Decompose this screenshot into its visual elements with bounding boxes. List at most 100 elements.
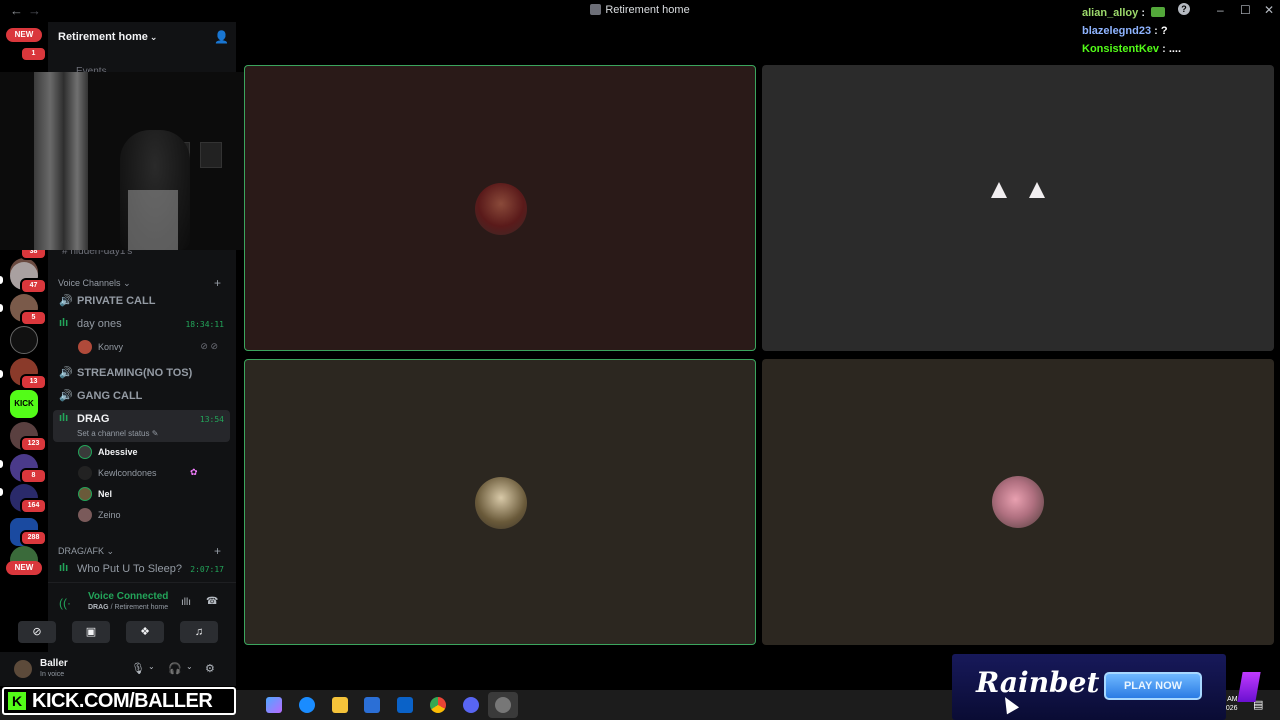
add-channel-icon[interactable]: + bbox=[214, 544, 221, 558]
kick-url: KICK.COM/BALLER bbox=[32, 690, 213, 712]
channel-timer: 18:34:11 bbox=[185, 320, 224, 329]
file-explorer-icon[interactable] bbox=[332, 697, 348, 713]
edge-icon[interactable] bbox=[299, 697, 315, 713]
signal-icon[interactable]: ((· bbox=[59, 596, 71, 610]
unread-badge: 164 bbox=[20, 498, 47, 514]
server-icon[interactable] bbox=[10, 326, 38, 354]
voice-active-icon: ılı bbox=[59, 412, 69, 424]
add-member-icon[interactable]: 👤 bbox=[214, 30, 229, 44]
disconnect-icon[interactable]: ☎ bbox=[206, 596, 218, 607]
chat-separator: : bbox=[1151, 25, 1161, 37]
voice-channel-day-ones[interactable]: ılı day ones 18:34:11 bbox=[53, 315, 230, 335]
user-status: In voice bbox=[40, 671, 65, 678]
user-name: Kewlcondones bbox=[98, 468, 157, 478]
discord-icon[interactable] bbox=[463, 697, 479, 713]
kick-channel-banner: K KICK.COM/BALLER bbox=[2, 687, 236, 715]
voice-user[interactable]: Zeino bbox=[78, 506, 228, 524]
chrome-icon[interactable] bbox=[430, 697, 446, 713]
participant-tile[interactable] bbox=[244, 65, 756, 351]
voice-channel-drag[interactable]: ılı DRAG 13:54 Set a channel status ✎ bbox=[53, 410, 230, 442]
voice-status: Voice Connected bbox=[88, 591, 169, 602]
unread-pip bbox=[0, 460, 3, 468]
store-icon[interactable] bbox=[364, 697, 380, 713]
channel-name: GANG CALL bbox=[77, 390, 143, 402]
chat-line: KonsistentKev : .... bbox=[1082, 40, 1272, 58]
chevron-down-icon[interactable]: ⌄ bbox=[148, 662, 155, 671]
noise-suppression-icon[interactable]: ıllı bbox=[181, 597, 191, 608]
channel-name: PRIVATE CALL bbox=[77, 295, 156, 307]
unread-badge: 8 bbox=[20, 468, 47, 484]
stream-chat-overlay: alian_alloy : blazelegnd23 : ? Konsisten… bbox=[1082, 4, 1272, 58]
participant-tile[interactable] bbox=[244, 359, 756, 645]
screen-share-button[interactable]: ▣ bbox=[72, 621, 110, 643]
chevron-down-icon: ⌄ bbox=[149, 32, 158, 42]
chevron-down-icon[interactable]: ⌄ bbox=[186, 662, 193, 671]
voice-channel-gang-call[interactable]: 🔊 GANG CALL bbox=[53, 387, 230, 407]
webcam-curtain bbox=[34, 72, 88, 250]
category-label: DRAG/AFK bbox=[58, 546, 105, 556]
unread-pip bbox=[0, 370, 3, 378]
chat-separator: : bbox=[1159, 43, 1169, 55]
kick-logo-icon: K bbox=[8, 692, 26, 710]
webcam-shirt bbox=[128, 190, 178, 250]
user-name[interactable]: Baller bbox=[40, 658, 68, 669]
user-name: Zeino bbox=[98, 510, 121, 520]
participant-avatar bbox=[992, 476, 1044, 528]
category-voice-channels[interactable]: Voice Channels ⌄ + bbox=[58, 276, 221, 290]
outlook-icon[interactable] bbox=[397, 697, 413, 713]
voice-channel-private-call[interactable]: 🔊 PRIVATE CALL bbox=[53, 292, 230, 312]
chevron-down-icon: ⌄ bbox=[106, 546, 115, 556]
voice-channel-streaming[interactable]: 🔊 STREAMING(NO TOS) bbox=[53, 364, 230, 384]
voice-server-name: Retirement home bbox=[114, 604, 169, 611]
chat-message: ? bbox=[1160, 25, 1168, 37]
participant-tile[interactable] bbox=[762, 359, 1274, 645]
add-channel-icon[interactable]: + bbox=[214, 276, 221, 290]
voice-user[interactable]: Nel bbox=[78, 485, 228, 503]
kick-server-icon[interactable]: KICK bbox=[10, 390, 38, 418]
voice-channel-name: DRAG bbox=[88, 604, 109, 611]
soundboard-button[interactable]: ♫ bbox=[180, 621, 218, 643]
rainbet-ad[interactable]: Rainbet PLAY NOW bbox=[952, 654, 1226, 720]
chat-line: blazelegnd23 : ? bbox=[1082, 22, 1272, 40]
obs-icon[interactable] bbox=[495, 697, 511, 713]
chat-username: alian_alloy bbox=[1082, 7, 1139, 19]
voice-user[interactable]: Konvy ⊘ ⊘ bbox=[78, 338, 228, 356]
user-name: Abessive bbox=[98, 447, 138, 457]
unread-pip bbox=[0, 276, 3, 284]
participant-tile[interactable] bbox=[762, 65, 1274, 351]
settings-gear-icon[interactable]: ⚙ bbox=[205, 662, 215, 675]
unread-badge: 13 bbox=[20, 374, 47, 390]
copilot-icon[interactable] bbox=[266, 697, 282, 713]
camera-off-button[interactable]: ⊘ bbox=[18, 621, 56, 643]
channel-timer: 13:54 bbox=[199, 415, 224, 424]
microphone-icon[interactable]: 🎙 bbox=[131, 662, 145, 675]
play-now-button[interactable]: PLAY NOW bbox=[1104, 672, 1202, 700]
chat-badge-icon bbox=[1151, 7, 1166, 17]
speaker-icon: 🔊 bbox=[59, 295, 73, 307]
server-name-header[interactable]: Retirement home ⌄ bbox=[58, 31, 157, 43]
participant-avatar bbox=[475, 477, 527, 529]
cat-ear-decoration bbox=[991, 182, 1007, 198]
new-badge: NEW bbox=[6, 28, 42, 42]
voice-channel-afk[interactable]: ılı Who Put U To Sleep? 2:07:17 bbox=[53, 560, 230, 580]
user-avatar[interactable] bbox=[14, 660, 32, 678]
user-panel: Baller In voice 🎙 ⌄ 🎧 ⌄ ⚙ bbox=[0, 652, 236, 686]
window-title-text: Retirement home bbox=[605, 4, 690, 16]
activities-button[interactable]: ❖ bbox=[126, 621, 164, 643]
user-name: Nel bbox=[98, 489, 113, 499]
speaker-icon: 🔊 bbox=[59, 367, 73, 379]
voice-user[interactable]: Abessive bbox=[78, 443, 228, 461]
unread-badge: 1 bbox=[20, 46, 47, 62]
avatar bbox=[78, 487, 92, 501]
boost-icon: ✿ bbox=[190, 467, 198, 477]
category-label: Voice Channels bbox=[58, 278, 121, 288]
chat-message: .... bbox=[1168, 43, 1182, 55]
voice-user[interactable]: Kewlcondones ✿ bbox=[78, 464, 228, 482]
category-drag-afk[interactable]: DRAG/AFK ⌄ + bbox=[58, 544, 221, 558]
chat-line: alian_alloy : bbox=[1082, 4, 1272, 22]
avatar bbox=[78, 508, 92, 522]
voice-location[interactable]: DRAG / Retirement home bbox=[88, 604, 168, 611]
channel-status[interactable]: Set a channel status ✎ bbox=[77, 429, 158, 438]
headphones-icon[interactable]: 🎧 bbox=[168, 662, 182, 675]
channel-name: DRAG bbox=[77, 413, 110, 425]
